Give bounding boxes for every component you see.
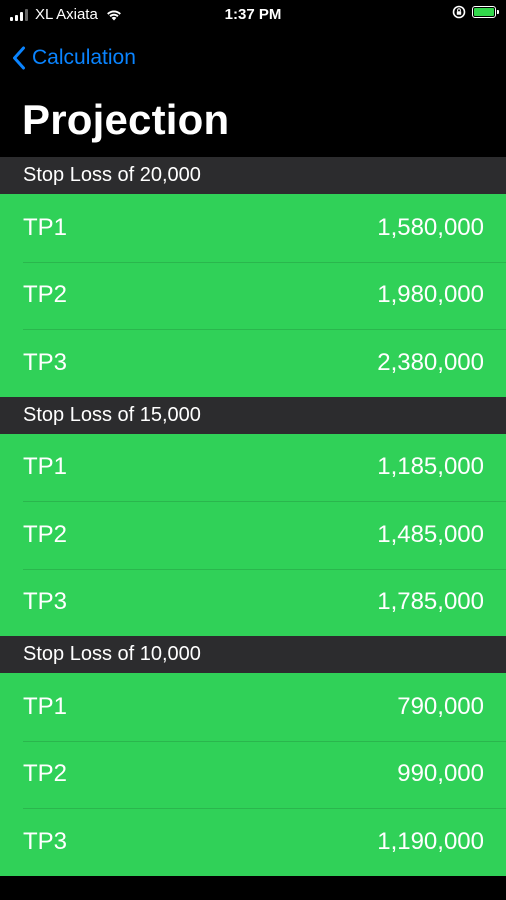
row-value: 1,580,000 xyxy=(377,213,484,241)
row-value: 1,785,000 xyxy=(377,588,484,616)
navigation-bar: Calculation xyxy=(0,40,136,76)
back-button-label: Calculation xyxy=(32,46,136,69)
row-label: TP2 xyxy=(23,760,68,788)
row-value: 990,000 xyxy=(397,760,484,788)
row-label: TP3 xyxy=(23,348,68,376)
row-label: TP2 xyxy=(23,520,68,548)
list-item-tp1[interactable]: TP1 790,000 xyxy=(0,673,506,741)
page-title: Projection xyxy=(22,96,230,143)
row-value: 2,380,000 xyxy=(377,348,484,376)
projection-list: Stop Loss of 20,000 TP1 1,580,000 TP2 1,… xyxy=(0,157,506,876)
row-value: 1,185,000 xyxy=(377,453,484,481)
row-label: TP1 xyxy=(23,213,68,241)
status-bar: XL Axiata 1:37 PM xyxy=(0,0,506,32)
row-label: TP2 xyxy=(23,281,68,309)
row-value: 790,000 xyxy=(397,692,484,720)
list-item-tp1[interactable]: TP1 1,185,000 xyxy=(0,433,506,501)
list-item-tp3[interactable]: TP3 1,190,000 xyxy=(0,808,506,876)
row-label: TP1 xyxy=(23,692,68,720)
row-value: 1,190,000 xyxy=(377,827,484,855)
back-button[interactable]: Calculation xyxy=(0,46,136,70)
chevron-left-icon xyxy=(13,46,25,70)
section-stop-loss-20000: Stop Loss of 20,000 TP1 1,580,000 TP2 1,… xyxy=(0,157,506,397)
row-value: 1,980,000 xyxy=(377,281,484,309)
list-item-tp3[interactable]: TP3 2,380,000 xyxy=(0,329,506,397)
list-item-tp1[interactable]: TP1 1,580,000 xyxy=(0,194,506,262)
battery-charging-icon xyxy=(472,6,499,18)
row-label: TP3 xyxy=(23,827,68,855)
row-value: 1,485,000 xyxy=(377,520,484,548)
orientation-lock-icon xyxy=(452,5,466,19)
section-header: Stop Loss of 15,000 xyxy=(0,396,506,434)
list-item-tp2[interactable]: TP2 990,000 xyxy=(0,740,506,808)
list-item-tp2[interactable]: TP2 1,980,000 xyxy=(0,261,506,329)
row-label: TP1 xyxy=(23,453,68,481)
status-right xyxy=(452,5,499,19)
list-item-tp2[interactable]: TP2 1,485,000 xyxy=(0,501,506,569)
section-stop-loss-15000: Stop Loss of 15,000 TP1 1,185,000 TP2 1,… xyxy=(0,396,506,636)
section-header: Stop Loss of 20,000 xyxy=(0,157,506,194)
row-label: TP3 xyxy=(23,588,68,616)
status-time: 1:37 PM xyxy=(224,6,282,23)
list-item-tp3[interactable]: TP3 1,785,000 xyxy=(0,568,506,636)
section-stop-loss-10000: Stop Loss of 10,000 TP1 790,000 TP2 990,… xyxy=(0,636,506,876)
section-header: Stop Loss of 10,000 xyxy=(0,636,506,673)
